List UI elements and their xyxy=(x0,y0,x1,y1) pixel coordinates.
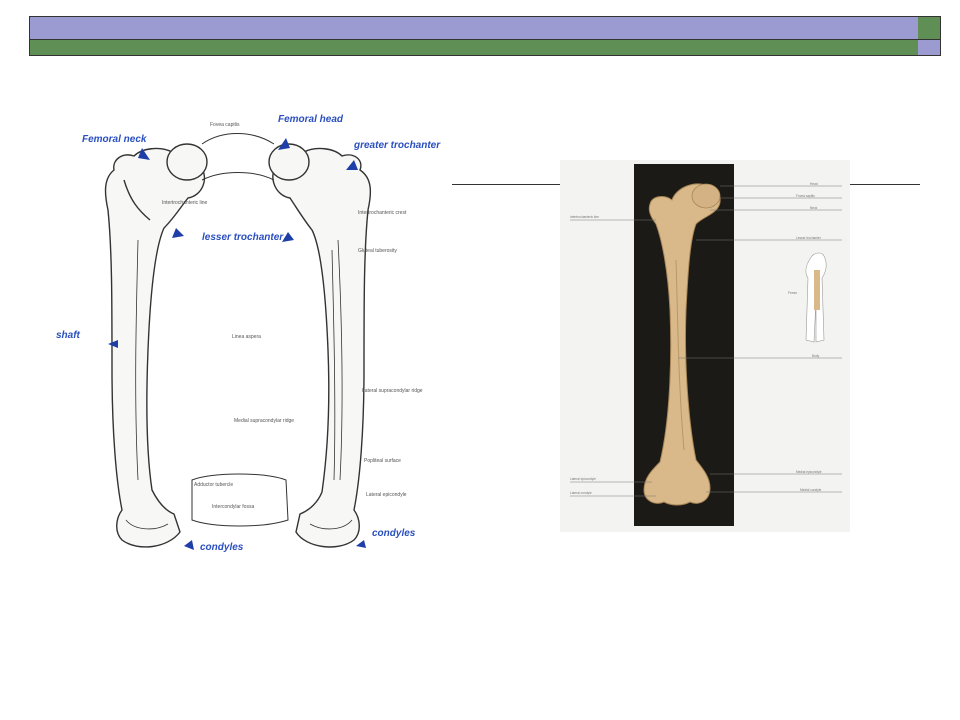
label-lateral-condyle-photo: Lateral condyle xyxy=(570,491,592,495)
label-lesser-trochanter: lesser trochanter xyxy=(202,232,284,243)
label-lateral-supracondylar-ridge: Lateral supracondylar ridge xyxy=(362,388,423,394)
femur-line-drawing: Femoral neck Femoral head greater trocha… xyxy=(42,100,452,565)
label-condyles-right: condyles xyxy=(372,528,416,539)
title-bar-top-accent xyxy=(918,17,940,39)
label-shaft: shaft xyxy=(56,330,81,341)
label-popliteal-surface: Popliteal surface xyxy=(364,458,401,464)
label-lateral-epicondyle: Lateral epicondyle xyxy=(366,492,407,498)
label-neck: Neck xyxy=(810,206,818,210)
label-femur-inset: Femur xyxy=(788,291,798,295)
label-adductor-tubercle: Adductor tubercle xyxy=(194,482,233,488)
label-lateral-epicondyle-photo: Lateral epicondyle xyxy=(570,477,596,481)
divider-line-left xyxy=(452,184,560,185)
divider-line-right xyxy=(850,184,920,185)
label-medial-condyle: Medial condyle xyxy=(800,488,821,492)
title-bar-bottom-accent xyxy=(918,40,940,55)
label-lesser-trochanter-photo: Lesser trochanter xyxy=(796,236,822,240)
title-bar-bottom xyxy=(29,40,941,56)
label-intercondylar-fossa: Intercondylar fossa xyxy=(212,504,254,510)
label-femoral-head: Femoral head xyxy=(278,114,344,125)
femur-photograph: Head Fovea capitis Neck Lesser trochante… xyxy=(560,160,850,532)
label-condyles-left: condyles xyxy=(200,542,244,553)
label-intertrochanteric-line: Intertrochanteric line xyxy=(162,200,208,206)
label-medial-supracondylar-ridge: Medial supracondylar ridge xyxy=(234,418,294,424)
title-bar-top-main xyxy=(30,17,919,39)
label-fovea-capitis-photo: Fovea capitis xyxy=(796,194,815,198)
label-gluteal-tuberosity: Gluteal tuberosity xyxy=(358,248,397,254)
title-bar-bottom-main xyxy=(30,40,919,55)
label-intertrochanteric-line-photo: Intertrochanteric line xyxy=(570,215,599,219)
label-medial-epicondyle: Medial epicondyle xyxy=(796,470,822,474)
title-bar-top xyxy=(29,16,941,40)
label-intertrochanteric-crest: Intertrochanteric crest xyxy=(358,210,407,216)
label-greater-trochanter: greater trochanter xyxy=(353,140,441,151)
label-linea-aspera: Linea aspera xyxy=(232,334,261,340)
label-femoral-neck: Femoral neck xyxy=(82,134,147,145)
label-head: Head xyxy=(810,182,818,186)
label-body: Body xyxy=(812,354,820,358)
label-fovea-capitis: Fovea capitis xyxy=(210,122,240,128)
